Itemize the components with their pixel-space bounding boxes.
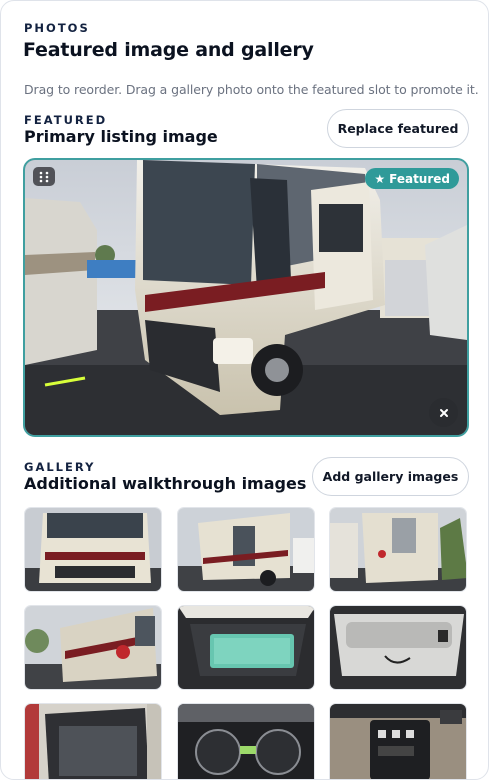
- gallery-image: [25, 606, 161, 689]
- add-gallery-images-button[interactable]: Add gallery images: [312, 457, 469, 496]
- section-eyebrow: PHOTOS: [24, 21, 90, 35]
- remove-featured-button[interactable]: [429, 398, 458, 427]
- gallery-thumbnail[interactable]: [329, 507, 467, 592]
- featured-subtitle: Primary listing image: [24, 127, 218, 146]
- drag-handle[interactable]: [33, 167, 55, 186]
- replace-featured-button[interactable]: Replace featured: [327, 109, 469, 148]
- gallery-subtitle: Additional walkthrough images: [24, 474, 307, 493]
- gallery-thumbnail[interactable]: [329, 605, 467, 690]
- gallery-thumbnail[interactable]: [24, 507, 162, 592]
- gallery-image: [178, 508, 314, 591]
- helper-text: Drag to reorder. Drag a gallery photo on…: [24, 82, 479, 97]
- gallery-thumbnail[interactable]: [329, 703, 467, 779]
- gallery-thumbnail[interactable]: [24, 703, 162, 779]
- grip-icon: [39, 171, 49, 182]
- gallery-thumbnail[interactable]: [177, 507, 315, 592]
- featured-badge-label: Featured: [389, 171, 450, 186]
- gallery-image: [178, 704, 314, 779]
- gallery-image: [178, 606, 314, 689]
- gallery-image: [330, 704, 466, 779]
- featured-badge: ★ Featured: [365, 168, 459, 189]
- gallery-thumbnail[interactable]: [24, 605, 162, 690]
- gallery-image: [330, 508, 466, 591]
- featured-eyebrow: FEATURED: [24, 113, 108, 127]
- page-title: Featured image and gallery: [23, 39, 314, 61]
- featured-image-slot[interactable]: ★ Featured: [23, 158, 469, 437]
- gallery-thumbnail[interactable]: [177, 703, 315, 779]
- gallery-eyebrow: GALLERY: [24, 460, 96, 474]
- close-icon: [439, 408, 448, 417]
- star-icon: ★: [374, 171, 386, 186]
- featured-image: [25, 160, 467, 435]
- photos-card: PHOTOS Featured image and gallery Drag t…: [0, 0, 489, 780]
- gallery-image: [25, 704, 161, 779]
- gallery-image: [330, 606, 466, 689]
- gallery-thumbnail[interactable]: [177, 605, 315, 690]
- gallery-image: [25, 508, 161, 591]
